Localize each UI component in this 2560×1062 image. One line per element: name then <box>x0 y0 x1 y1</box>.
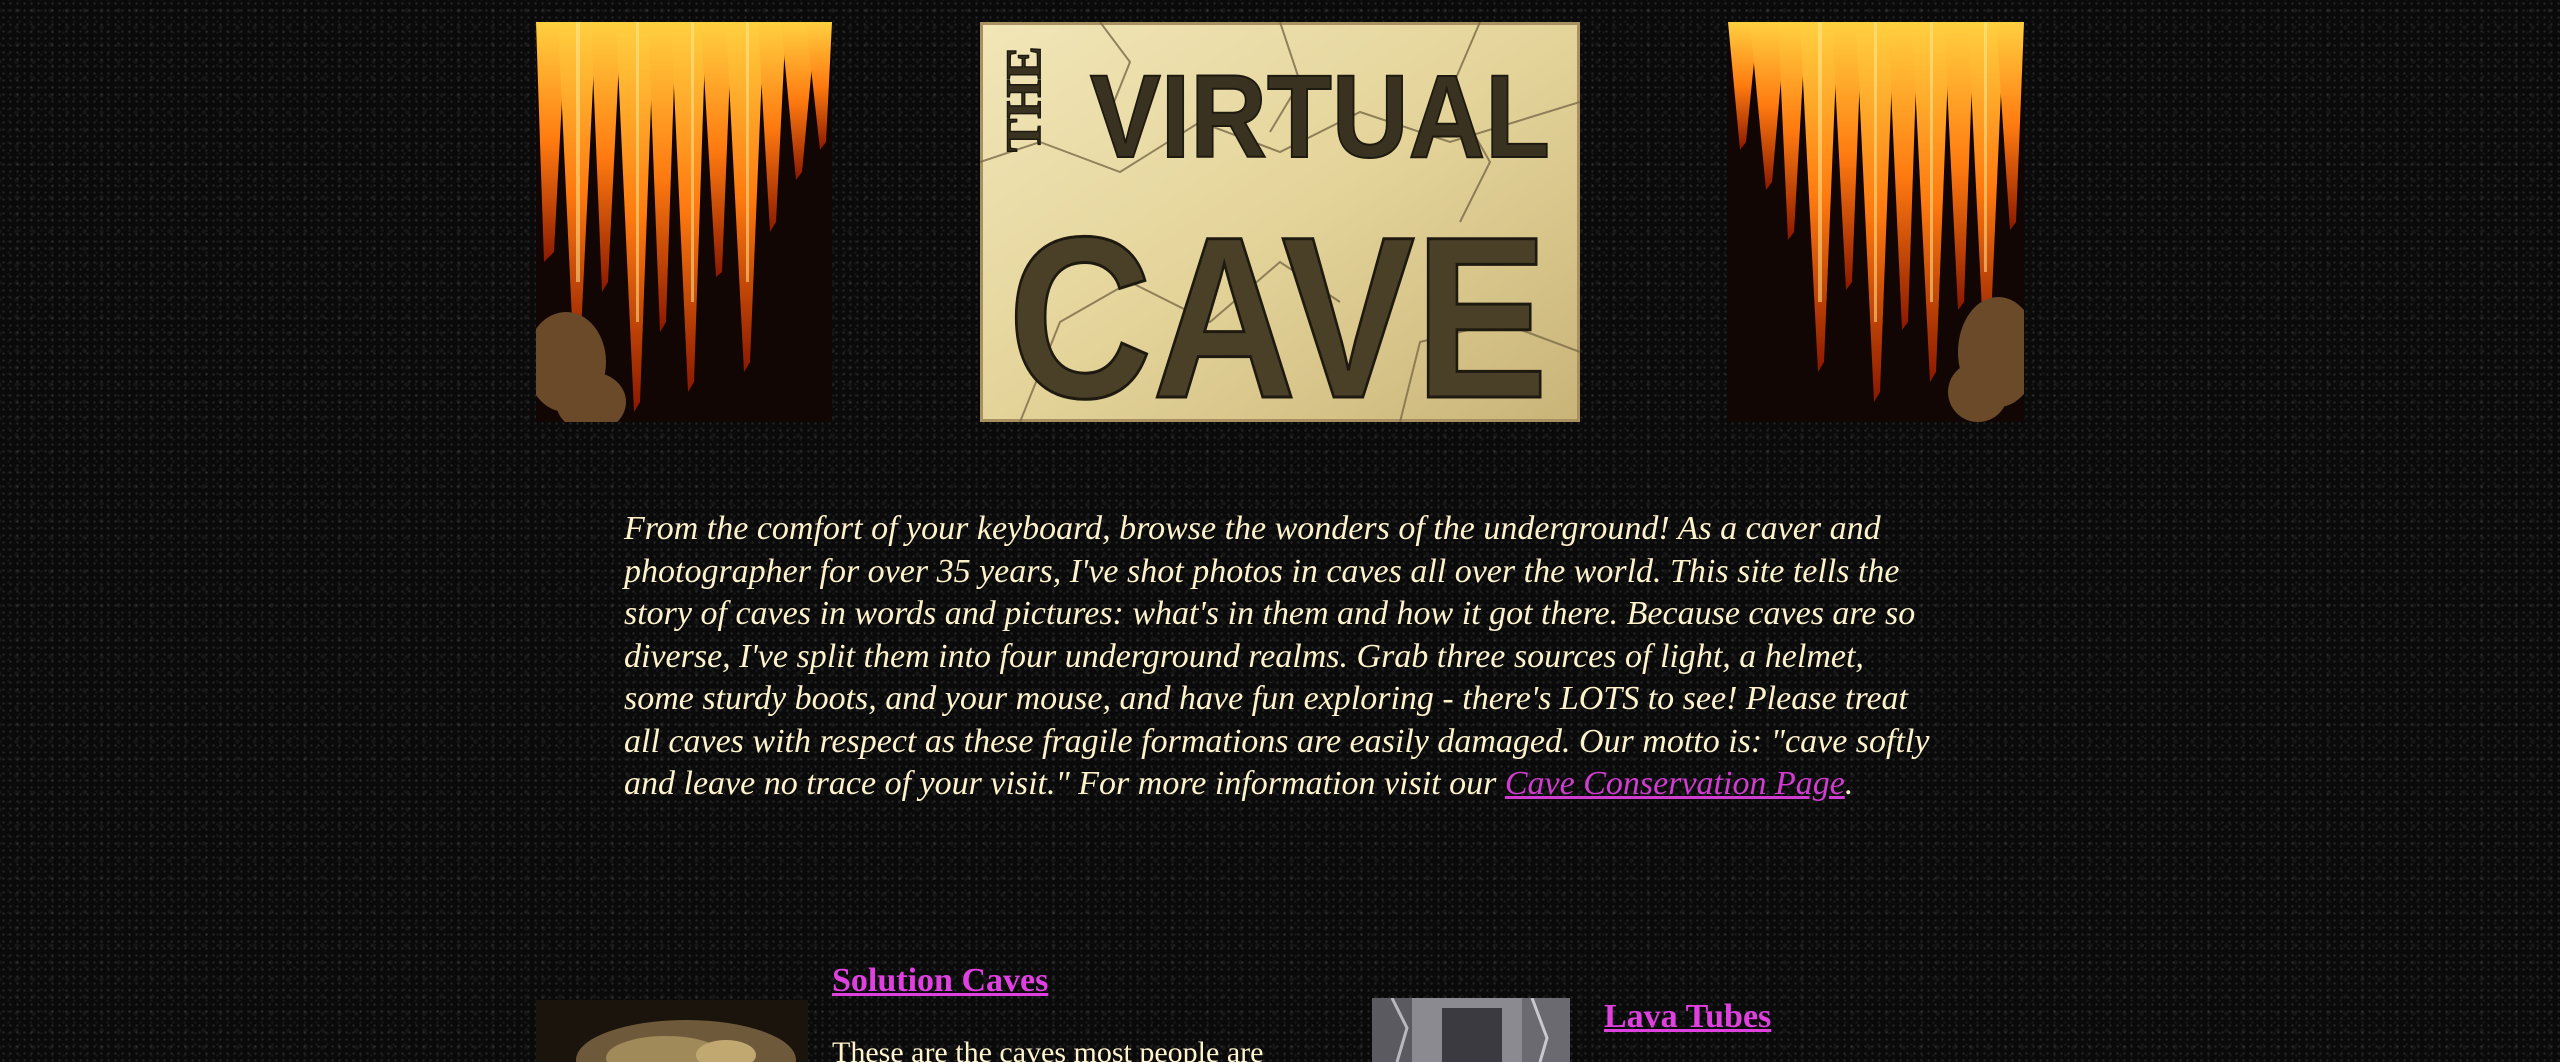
lava-tubes-thumbnail[interactable] <box>1372 998 1570 1062</box>
logo-cave-text: CAVE <box>1008 189 1548 422</box>
lava-tubes-link[interactable]: Lava Tubes <box>1604 998 1771 1036</box>
virtual-cave-logo: THE VIRTUAL CAVE <box>980 22 1580 422</box>
stalactite-image-left <box>536 22 832 422</box>
intro-text: From the comfort of your keyboard, brows… <box>624 510 1930 802</box>
logo-the-text: THE <box>995 46 1051 152</box>
stalactite-image-right <box>1728 22 2024 422</box>
logo-virtual-text: VIRTUAL <box>1090 51 1550 183</box>
cave-conservation-link[interactable]: Cave Conservation Page <box>1505 765 1845 802</box>
solution-caves-link[interactable]: Solution Caves <box>832 962 1048 1000</box>
intro-end: . <box>1844 765 1854 802</box>
intro-paragraph: From the comfort of your keyboard, brows… <box>624 508 1940 806</box>
solution-caves-description: These are the caves most people are <box>832 1036 1264 1062</box>
solution-caves-thumbnail[interactable] <box>536 1000 808 1062</box>
